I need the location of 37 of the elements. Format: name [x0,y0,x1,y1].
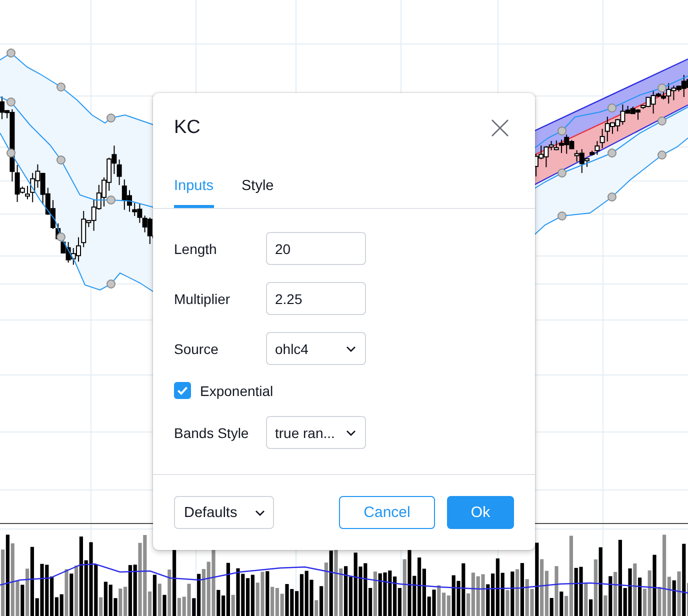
handle-dot-icon[interactable] [658,84,666,92]
handle-dot-icon[interactable] [658,150,666,160]
handle-dot-icon[interactable] [56,232,66,242]
checkmark-icon [177,386,188,395]
field-label: Source [174,340,220,356]
handle-dot-icon[interactable] [106,114,116,122]
text-field[interactable]: 20 [266,232,366,265]
chevron-down-icon [346,346,356,352]
field-label: Length [174,240,218,256]
field-label: Bands Style [174,424,250,440]
text-field[interactable]: 2.25 [266,282,366,315]
field-label: Multiplier [174,290,232,306]
handle-dot-icon[interactable] [6,98,16,106]
close-button[interactable] [491,119,509,137]
handle-dot-icon[interactable] [56,82,66,92]
handle-dot-icon[interactable] [106,280,116,288]
dropdown[interactable]: true ran... [266,416,366,449]
handle-dot-icon[interactable] [558,126,566,136]
handle-dot-icon[interactable] [558,212,566,220]
close-icon [491,119,509,137]
handle-dot-icon[interactable] [608,104,616,112]
checkbox-label: Exponential [200,382,274,398]
handle-dot-icon[interactable] [106,196,116,204]
dialog-title: KC [174,116,200,140]
handle-dot-icon[interactable] [608,148,616,158]
handle-dot-icon[interactable] [56,156,66,164]
handle-dot-icon[interactable] [608,192,616,202]
handle-dot-icon[interactable] [558,168,566,178]
checkbox[interactable] [174,382,191,399]
chevron-down-icon [346,430,356,436]
handle-dot-icon[interactable] [6,148,16,158]
handle-dot-icon[interactable] [658,116,666,126]
dropdown[interactable]: ohlc4 [266,332,366,365]
handle-dot-icon[interactable] [6,48,16,58]
tab[interactable]: Style [242,163,274,208]
chevron-down-icon [255,510,265,516]
defaults-dropdown[interactable]: Defaults [174,496,274,529]
